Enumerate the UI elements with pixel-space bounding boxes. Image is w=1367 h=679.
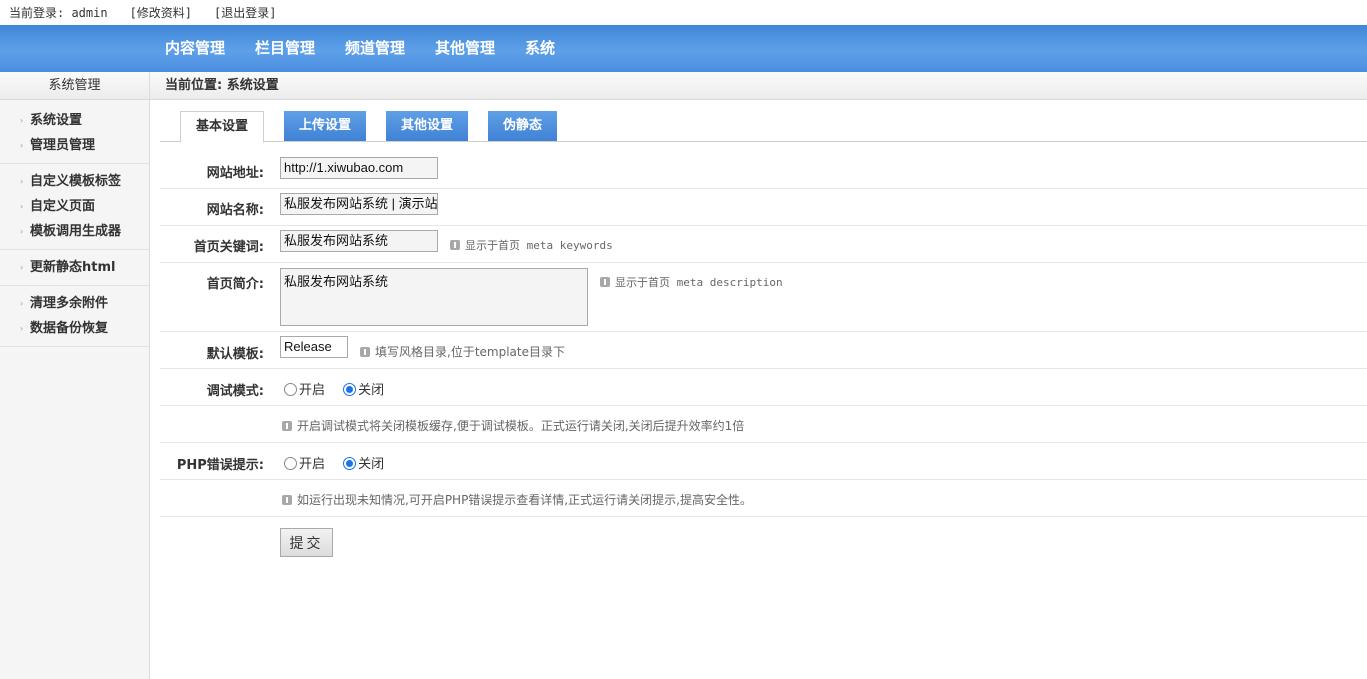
- nav-column-management[interactable]: 栏目管理: [255, 25, 315, 72]
- form-row-keywords: 首页关键词: 私服发布网站系统 显示于首页 meta keywords: [160, 226, 1367, 263]
- site-name-label: 网站名称:: [206, 203, 264, 218]
- site-name-input[interactable]: 私服发布网站系统 | 演示站: [280, 193, 438, 215]
- debug-radio-group: 开启 关闭: [284, 379, 398, 398]
- keywords-input[interactable]: 私服发布网站系统: [280, 230, 438, 252]
- form-row-description: 首页简介: 私服发布网站系统 显示于首页 meta description: [160, 263, 1367, 332]
- bullet-icon: ›: [20, 141, 24, 150]
- site-url-label: 网站地址:: [206, 166, 264, 181]
- info-icon: [600, 277, 610, 287]
- form-row-site-name: 网站名称: 私服发布网站系统 | 演示站: [160, 189, 1367, 226]
- sidebar-item-custom-pages[interactable]: › 自定义页面: [0, 194, 149, 219]
- submit-button[interactable]: 提交: [280, 528, 333, 557]
- bullet-icon: ›: [20, 116, 24, 125]
- debug-off-radio[interactable]: [343, 383, 357, 396]
- php-off-radio[interactable]: [343, 457, 357, 470]
- bullet-icon: ›: [20, 227, 24, 236]
- php-error-radio-group: 开启 关闭: [284, 453, 398, 472]
- tab-pseudo-static[interactable]: 伪静态: [488, 111, 557, 141]
- info-icon: [282, 421, 292, 431]
- tab-upload-settings[interactable]: 上传设置: [284, 111, 366, 141]
- form-row-debug-hint: 开启调试模式将关闭模板缓存,便于调试模板。正式运行请关闭,关闭后提升效率约1倍: [160, 406, 1367, 443]
- bullet-icon: ›: [20, 202, 24, 211]
- sidebar-group: › 清理多余附件 › 数据备份恢复: [0, 286, 149, 347]
- site-url-input[interactable]: http://1.xiwubao.com: [280, 157, 438, 179]
- sidebar-item-admin-management[interactable]: › 管理员管理: [0, 133, 149, 158]
- debug-label: 调试模式:: [206, 384, 264, 399]
- bullet-icon: ›: [20, 263, 24, 272]
- form-row-debug: 调试模式: 开启 关闭: [160, 369, 1367, 406]
- top-bar: 当前登录: admin [修改资料] [退出登录]: [0, 0, 1367, 25]
- form-row-php-error: PHP错误提示: 开启 关闭: [160, 443, 1367, 480]
- breadcrumb: 当前位置: 系统设置: [150, 72, 1367, 100]
- nav-content-management[interactable]: 内容管理: [165, 25, 225, 72]
- php-on-radio[interactable]: [284, 457, 297, 470]
- sidebar-group: › 系统设置 › 管理员管理: [0, 100, 149, 164]
- info-icon: [282, 495, 292, 505]
- php-error-label: PHP错误提示:: [176, 458, 264, 473]
- logout-link[interactable]: [退出登录]: [214, 4, 276, 21]
- description-hint: 显示于首页 meta description: [600, 274, 783, 290]
- bullet-icon: ›: [20, 324, 24, 333]
- debug-on-radio[interactable]: [284, 383, 297, 396]
- sidebar-item-system-settings[interactable]: › 系统设置: [0, 108, 149, 133]
- form-row-template: 默认模板: Release 填写风格目录,位于template目录下: [160, 332, 1367, 369]
- form-row-site-url: 网站地址: http://1.xiwubao.com: [160, 151, 1367, 189]
- sidebar-group: › 自定义模板标签 › 自定义页面 › 模板调用生成器: [0, 164, 149, 250]
- info-icon: [360, 347, 370, 357]
- settings-tabs: 基本设置 上传设置 其他设置 伪静态: [160, 110, 1367, 143]
- edit-profile-link[interactable]: [修改资料]: [130, 4, 192, 21]
- keywords-hint: 显示于首页 meta keywords: [450, 237, 613, 253]
- debug-on-option[interactable]: 开启: [284, 383, 325, 398]
- template-input[interactable]: Release: [280, 336, 348, 358]
- main-nav: 内容管理 栏目管理 频道管理 其他管理 系统: [0, 25, 1367, 72]
- tab-basic-settings[interactable]: 基本设置: [180, 111, 264, 143]
- sidebar-item-data-backup[interactable]: › 数据备份恢复: [0, 316, 149, 341]
- info-icon: [450, 240, 460, 250]
- php-error-hint: 如运行出现未知情况,可开启PHP错误提示查看详情,正式运行请关闭提示,提高安全性…: [282, 491, 752, 508]
- description-textarea[interactable]: 私服发布网站系统: [280, 268, 588, 326]
- debug-off-option[interactable]: 关闭: [343, 383, 384, 398]
- keywords-label: 首页关键词:: [193, 240, 264, 255]
- sidebar: 系统管理 › 系统设置 › 管理员管理 › 自定义模板标签 › 自定义页面 › 模板调用生…: [0, 72, 150, 679]
- sidebar-item-update-static-html[interactable]: › 更新静态html: [0, 255, 149, 280]
- sidebar-item-template-generator[interactable]: › 模板调用生成器: [0, 219, 149, 244]
- tab-other-settings[interactable]: 其他设置: [386, 111, 468, 141]
- template-label: 默认模板:: [206, 347, 264, 362]
- bullet-icon: ›: [20, 177, 24, 186]
- nav-other-management[interactable]: 其他管理: [435, 25, 495, 72]
- login-status: 当前登录: admin: [9, 6, 108, 20]
- sidebar-title: 系统管理: [0, 72, 149, 100]
- sidebar-item-clean-attachments[interactable]: › 清理多余附件: [0, 291, 149, 316]
- form-row-php-hint: 如运行出现未知情况,可开启PHP错误提示查看详情,正式运行请关闭提示,提高安全性…: [160, 480, 1367, 517]
- debug-hint: 开启调试模式将关闭模板缓存,便于调试模板。正式运行请关闭,关闭后提升效率约1倍: [282, 417, 744, 434]
- nav-system[interactable]: 系统: [525, 25, 555, 72]
- sidebar-group: › 更新静态html: [0, 250, 149, 286]
- nav-channel-management[interactable]: 频道管理: [345, 25, 405, 72]
- php-on-option[interactable]: 开启: [284, 457, 325, 472]
- description-label: 首页简介:: [206, 277, 264, 292]
- php-off-option[interactable]: 关闭: [343, 457, 384, 472]
- bullet-icon: ›: [20, 299, 24, 308]
- template-hint: 填写风格目录,位于template目录下: [360, 343, 565, 360]
- sidebar-item-custom-template-tags[interactable]: › 自定义模板标签: [0, 169, 149, 194]
